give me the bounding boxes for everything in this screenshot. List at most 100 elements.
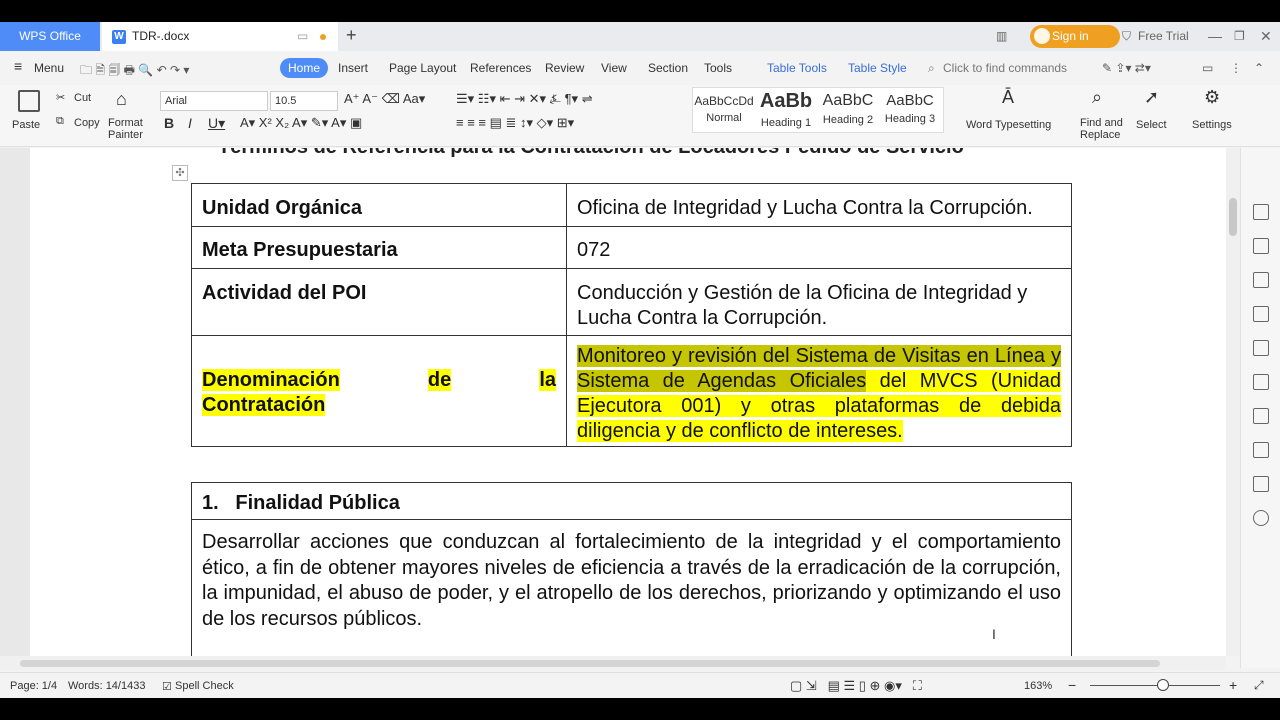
find-icon[interactable]: ⌕ [1092, 87, 1102, 108]
fullscreen-icon[interactable]: ⤢ [1254, 678, 1264, 693]
table-cell-label[interactable]: Actividad del POI [191, 268, 567, 336]
font-size-select[interactable]: 10.5 [270, 91, 338, 111]
layout-icon[interactable]: ▥ [996, 22, 1007, 51]
scissors-icon[interactable]: ✂ [56, 91, 65, 104]
cut-button[interactable]: Cut [74, 92, 91, 104]
find-commands-input[interactable]: Click to find commands [943, 61, 1067, 75]
tab-references[interactable]: References [470, 61, 531, 75]
view-mode-icons[interactable]: ▢ ⇲ ▤ ☰ ▯ ⊕ ◉▾ ⛶ [790, 678, 922, 694]
tab-view[interactable]: View [601, 61, 627, 75]
zoom-out-icon[interactable]: − [1068, 677, 1076, 693]
cursor-icon[interactable] [1253, 238, 1269, 254]
minimize-icon[interactable]: — [1208, 22, 1222, 51]
style-heading-2[interactable]: AaBbC Heading 2 [817, 88, 879, 134]
list-icon[interactable] [1253, 476, 1269, 492]
table-cell-label[interactable]: Meta Presupuestaria [191, 226, 567, 269]
menu-button[interactable]: Menu [34, 61, 64, 75]
underline-icon[interactable]: U▾ [208, 115, 225, 132]
horizontal-scrollbar[interactable] [0, 656, 1226, 670]
tab-insert[interactable]: Insert [338, 61, 368, 75]
tab-table-tools[interactable]: Table Tools [767, 61, 827, 75]
list-indent-icons[interactable]: ☰▾ ☷▾ ⇤ ⇥ ✕▾ ⍼ ¶▾ ⇌ [456, 91, 593, 107]
tab-page-layout[interactable]: Page Layout [389, 61, 456, 75]
table-cell-label[interactable]: Denominación de la Contratación [191, 335, 567, 447]
horizontal-scroll-thumb[interactable] [20, 660, 1160, 667]
table-cell-value[interactable]: Oficina de Integridad y Lucha Contra la … [566, 183, 1072, 227]
section-heading[interactable]: 1. Finalidad Pública [192, 483, 1071, 520]
word-typesetting-button[interactable]: Word Typesetting [966, 119, 1051, 131]
settings-icon[interactable]: ⚙ [1204, 87, 1220, 108]
paste-button[interactable]: Paste [12, 119, 40, 131]
section-body[interactable]: Desarrollar acciones que conduzcan al fo… [192, 520, 1071, 642]
alignment-icons[interactable]: ≡ ≡ ≡ ▤ ≣ ↕▾ ◇▾ ⊞▾ [456, 115, 574, 131]
zoom-slider-track[interactable] [1090, 685, 1220, 686]
copy-doc-icon[interactable] [1253, 272, 1269, 288]
sliders-icon[interactable] [1253, 408, 1269, 424]
word-typesetting-icon[interactable]: Ā [1002, 87, 1014, 108]
code-icon[interactable] [1253, 374, 1269, 390]
table-cell-label[interactable]: Unidad Orgánica [191, 183, 567, 227]
spell-check-button[interactable]: Spell Check [175, 680, 234, 692]
format-painter-label-2[interactable]: Painter [108, 129, 143, 141]
more-icon[interactable]: ⋮ [1230, 61, 1242, 75]
format-painter-icon[interactable]: ⌂ [116, 89, 127, 110]
zoom-slider-knob[interactable] [1157, 679, 1169, 691]
wps-office-tab[interactable]: WPS Office [0, 22, 100, 51]
grow-shrink-font-icons[interactable]: A⁺ A⁻ ⌫ Aa▾ [344, 91, 425, 107]
settings-button[interactable]: Settings [1192, 119, 1232, 131]
text-effects-icons[interactable]: A▾ X² X₂ A▾ ✎▾ A▾ ▣ [240, 115, 362, 131]
tab-table-style[interactable]: Table Style [848, 61, 907, 75]
style-normal[interactable]: AaBbCcDd Normal [693, 88, 755, 134]
collapse-ribbon-icon[interactable]: ⌃ [1254, 61, 1264, 75]
find-replace-label-1[interactable]: Find and [1080, 117, 1123, 129]
edit-pen-icon[interactable] [1253, 204, 1269, 220]
help-icon[interactable] [1253, 510, 1269, 526]
tab-tools[interactable]: Tools [704, 61, 732, 75]
history-icon[interactable] [1253, 442, 1269, 458]
table-move-handle-icon[interactable]: ✣ [172, 165, 188, 181]
free-trial-icon[interactable]: ⛉ [1122, 22, 1131, 51]
word-count[interactable]: Words: 14/1433 [68, 680, 145, 692]
copy-button[interactable]: Copy [74, 117, 100, 129]
table-row: Meta Presupuestaria 072 [191, 226, 1072, 269]
style-heading-3[interactable]: AaBbC Heading 3 [879, 88, 941, 134]
new-tab-plus-icon[interactable]: + [346, 25, 357, 46]
highlighted-text: Contratación [202, 393, 326, 416]
quick-access-icons[interactable]: 🗀 🗎 🗐 🖶 🔍 ↶ ↷ ▾ [80, 61, 189, 82]
page-count[interactable]: Page: 1/4 [10, 680, 57, 692]
format-painter-label-1[interactable]: Format [108, 117, 143, 129]
italic-icon[interactable]: I [188, 115, 192, 131]
document-page[interactable]: Términos de Referencia para la Contratac… [30, 148, 1226, 656]
collab-icons[interactable]: ✎ ⇪▾ ⇄▾ [1102, 61, 1151, 75]
select-cursor-icon[interactable]: ➚ [1144, 87, 1159, 108]
copy-icon[interactable]: ⧉ [56, 115, 64, 128]
comment-icon[interactable]: ▭ [1202, 61, 1213, 75]
bold-icon[interactable]: B [164, 115, 174, 131]
sign-in-button[interactable]: Sign in [1030, 25, 1120, 48]
lock-icon[interactable] [1253, 306, 1269, 322]
signature-icon[interactable] [1253, 340, 1269, 356]
free-trial-label[interactable]: Free Trial [1138, 22, 1189, 51]
hamburger-icon[interactable]: ≡ [14, 58, 22, 74]
table-cell-value[interactable]: Conducción y Gestión de la Oficina de In… [566, 268, 1072, 336]
spell-check-icon[interactable]: ☑ [162, 680, 172, 693]
font-name-select[interactable]: Arial [160, 91, 268, 111]
zoom-level[interactable]: 163% [1024, 680, 1052, 692]
table-cell-value[interactable]: 072 [566, 226, 1072, 269]
table-cell-value[interactable]: Monitoreo y revisión del Sistema de Visi… [566, 335, 1072, 447]
find-replace-label-2[interactable]: Replace [1080, 129, 1120, 141]
style-heading-1[interactable]: AaBb Heading 1 [755, 88, 817, 134]
zoom-in-icon[interactable]: + [1229, 677, 1237, 693]
close-icon[interactable]: ✕ [1260, 22, 1272, 51]
tab-review[interactable]: Review [545, 61, 584, 75]
tab-section[interactable]: Section [648, 61, 688, 75]
vertical-scrollbar[interactable] [1226, 148, 1240, 656]
select-button[interactable]: Select [1136, 119, 1167, 131]
wps-window: WPS Office W TDR-.docx ▭ + ▥ Sign in ⛉ F… [0, 22, 1280, 698]
tab-home[interactable]: Home [280, 58, 329, 78]
paste-icon[interactable] [18, 90, 40, 112]
restore-icon[interactable]: ❐ [1234, 22, 1245, 51]
document-tab[interactable]: W TDR-.docx ▭ [102, 22, 338, 51]
vertical-scroll-thumb[interactable] [1229, 198, 1237, 236]
monitor-icon[interactable]: ▭ [297, 29, 308, 43]
